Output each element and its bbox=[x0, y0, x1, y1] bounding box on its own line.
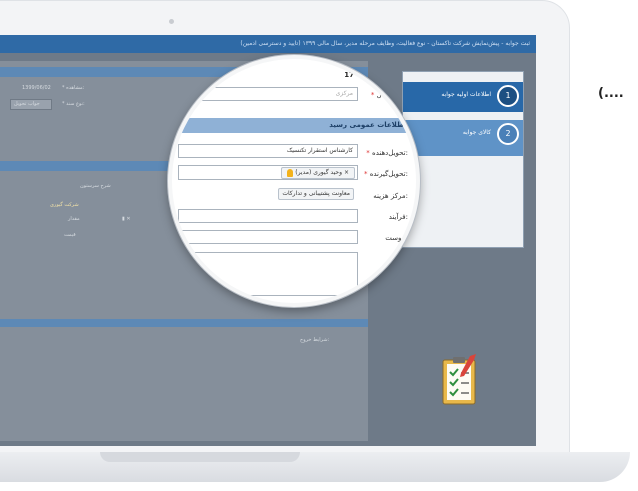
wizard-step-1[interactable]: اطلاعات اولیه جوابه 1 bbox=[403, 82, 523, 112]
bg-type-value: جواب تحویل bbox=[14, 101, 40, 107]
attachment-label: پیوست: bbox=[385, 234, 408, 242]
wizard-panel: اطلاعات اولیه جوابه 1 کالای جوابه 2 bbox=[402, 71, 524, 248]
number-value: 17 bbox=[344, 71, 354, 79]
cost-center-tag: معاونت پشتیبانی و تدارکات bbox=[278, 188, 354, 200]
bg-price-label: قیمت bbox=[64, 232, 76, 238]
receiver-tag: وحید گیوری (مدیر) × bbox=[281, 167, 355, 179]
background-band-bottom bbox=[0, 319, 368, 327]
description-textarea[interactable] bbox=[178, 252, 358, 296]
process-input[interactable] bbox=[178, 209, 358, 223]
deliverer-input[interactable]: کارشناس استقرار تکنسیک bbox=[178, 144, 358, 158]
cost-center-label: مرکز هزینه: bbox=[373, 192, 408, 200]
camera-dot bbox=[169, 19, 174, 24]
bg-date-value: 1399/06/02 bbox=[22, 85, 51, 91]
bg-stock-label: شرح سرستون bbox=[80, 183, 111, 189]
wizard-step-2[interactable]: کالای جوابه 2 bbox=[403, 120, 523, 156]
clipboard-check-icon bbox=[442, 354, 476, 405]
process-label: فرآیند: bbox=[388, 213, 408, 221]
sender-label: * نام ارسال: bbox=[370, 91, 408, 99]
number-label: شماره: bbox=[386, 71, 408, 79]
magnifier-lens: شماره: 17 * نام ارسال: مرکزی اطلاعات عمو… bbox=[168, 55, 420, 307]
attachment-input[interactable] bbox=[178, 230, 358, 244]
bg-type-label: * نوع سند: bbox=[62, 101, 85, 107]
receiver-tag-text: وحید گیوری (مدیر) bbox=[295, 169, 343, 176]
window-titlebar: ثبت جوابه - پیش‌نمایش شرکت تاکستان - نوع… bbox=[0, 35, 536, 53]
person-icon bbox=[287, 168, 294, 177]
laptop-base bbox=[0, 452, 630, 482]
bg-amount-label: مقدار bbox=[68, 216, 80, 222]
receiver-label: * تحویل‌گیرنده: bbox=[363, 170, 408, 178]
wizard-step-2-number: 2 bbox=[497, 123, 519, 145]
deliverer-label: * تحویل‌دهنده: bbox=[366, 149, 408, 157]
side-text: (.... bbox=[598, 86, 624, 101]
bg-date-label: * مشاهده: bbox=[62, 85, 85, 91]
sender-input[interactable]: مرکزی bbox=[178, 87, 358, 101]
wizard-step-1-number: 1 bbox=[497, 85, 519, 107]
cost-center-field[interactable]: معاونت پشتیبانی و تدارکات bbox=[178, 187, 358, 201]
bg-row-marker: ▮ ✕ bbox=[122, 216, 131, 222]
wizard-step-1-label: اطلاعات اولیه جوابه bbox=[441, 91, 491, 98]
wizard-step-2-label: کالای جوابه bbox=[462, 129, 491, 136]
bg-company-label: شرکت گیوری bbox=[50, 202, 79, 208]
remove-tag-icon[interactable]: × bbox=[344, 169, 349, 176]
laptop-notch bbox=[100, 452, 300, 462]
bg-description-label: شرایط خروج: bbox=[300, 337, 330, 343]
receiver-input[interactable]: وحید گیوری (مدیر) × bbox=[178, 165, 358, 180]
section-header: اطلاعات عمومی رسید bbox=[172, 118, 416, 133]
description-label: شرح: bbox=[391, 256, 408, 264]
